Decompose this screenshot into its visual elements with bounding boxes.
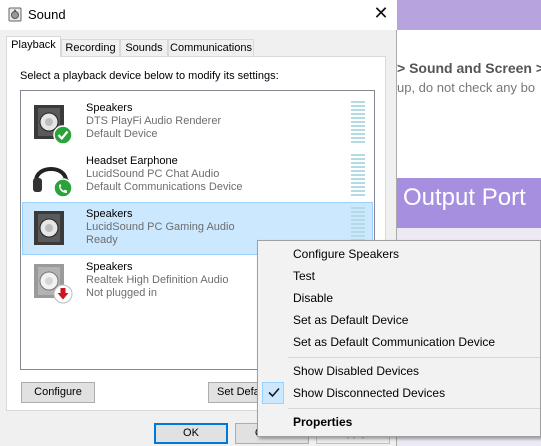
- context-menu: Configure Speakers Test Disable Set as D…: [257, 240, 541, 437]
- speaker-app-icon: [8, 7, 22, 22]
- device-row[interactable]: Headset Earphone LucidSound PC Chat Audi…: [22, 149, 373, 202]
- configure-button[interactable]: Configure: [21, 382, 95, 403]
- device-name: Speakers: [86, 261, 133, 273]
- tab-recording[interactable]: Recording: [61, 39, 120, 57]
- menu-separator: [288, 408, 540, 409]
- speaker-icon: [34, 211, 64, 245]
- menu-item-set-default-device[interactable]: Set as Default Device: [258, 309, 540, 331]
- ok-button[interactable]: OK: [154, 423, 228, 444]
- device-status: Default Device: [86, 128, 158, 140]
- tab-sounds[interactable]: Sounds: [120, 39, 168, 57]
- background-note: up, do not check any bo: [397, 80, 536, 95]
- volume-meter: [351, 154, 365, 198]
- speaker-unplugged-icon: [34, 264, 73, 304]
- device-name: Speakers: [86, 102, 133, 114]
- background-banner-text: Output Port: [403, 184, 526, 211]
- menu-item-show-disconnected-devices[interactable]: Show Disconnected Devices: [258, 382, 540, 404]
- device-driver: LucidSound PC Chat Audio: [86, 168, 220, 180]
- menu-item-disable[interactable]: Disable: [258, 287, 540, 309]
- close-button[interactable]: ✕: [366, 2, 396, 28]
- window-title: Sound: [28, 7, 66, 22]
- device-driver: LucidSound PC Gaming Audio: [86, 221, 235, 233]
- menu-item-properties[interactable]: Properties: [258, 411, 540, 433]
- device-name: Speakers: [86, 208, 133, 220]
- device-status: Ready: [86, 234, 118, 246]
- background-card: [397, 30, 541, 180]
- device-driver: Realtek High Definition Audio: [86, 274, 229, 286]
- instruction-text: Select a playback device below to modify…: [20, 70, 279, 82]
- device-name: Headset Earphone: [86, 155, 178, 167]
- speaker-default-icon: [34, 105, 73, 145]
- device-status: Not plugged in: [86, 287, 157, 299]
- menu-item-set-default-communication-device[interactable]: Set as Default Communication Device: [258, 331, 540, 353]
- device-driver: DTS PlayFi Audio Renderer: [86, 115, 222, 127]
- background-topbar: [397, 0, 541, 30]
- menu-separator: [288, 357, 540, 358]
- headset-communications-icon: [33, 167, 73, 198]
- menu-item-configure-speakers[interactable]: Configure Speakers: [258, 243, 540, 265]
- menu-item-test[interactable]: Test: [258, 265, 540, 287]
- background-breadcrumb: > Sound and Screen > A: [397, 60, 541, 76]
- tab-communications[interactable]: Communications: [168, 39, 254, 57]
- tab-playback[interactable]: Playback: [6, 36, 61, 57]
- device-row[interactable]: Speakers DTS PlayFi Audio Renderer Defau…: [22, 96, 373, 149]
- volume-meter: [351, 101, 365, 145]
- title-bar[interactable]: Sound ✕: [0, 0, 397, 30]
- menu-item-show-disabled-devices[interactable]: Show Disabled Devices: [258, 360, 540, 382]
- device-status: Default Communications Device: [86, 181, 243, 193]
